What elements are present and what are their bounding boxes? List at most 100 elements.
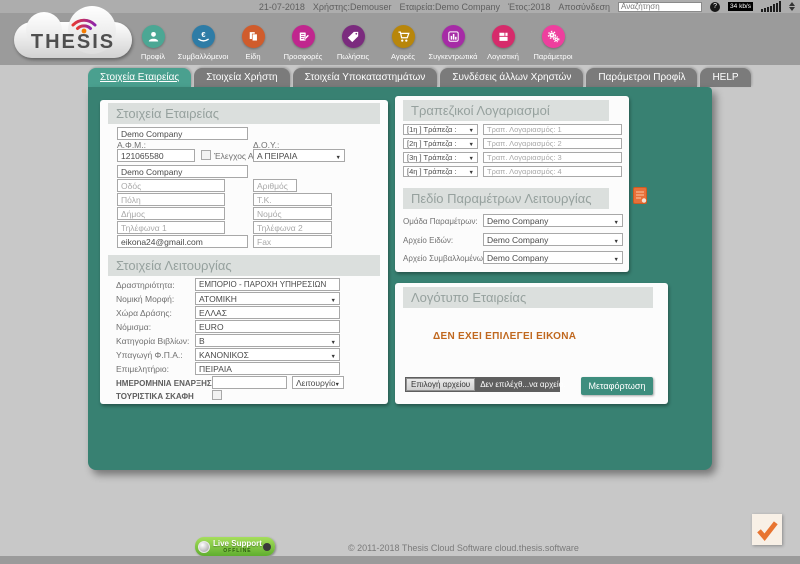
- ledger-icon: [496, 29, 511, 44]
- nav-label: Παράμετροι: [533, 52, 572, 61]
- chevron-down-icon: [469, 153, 474, 162]
- nav-label: Πωλήσεις: [337, 52, 369, 61]
- city-field[interactable]: [117, 193, 225, 206]
- tourist-boats-checkbox[interactable]: [212, 390, 222, 400]
- tab-other-users[interactable]: Συνδέσεις άλλων Χρηστών: [440, 68, 583, 87]
- current-year: Έτος:2018: [508, 2, 550, 12]
- postal-code-field[interactable]: [253, 193, 332, 206]
- country-label: Χώρα Δράσης:: [116, 308, 172, 318]
- afm-check-checkbox[interactable]: [201, 150, 211, 160]
- chevron-down-icon: [331, 336, 336, 346]
- bank2-select[interactable]: [2η ] Τράπεζα :: [403, 138, 478, 149]
- nav-item-offers[interactable]: Προσφορές: [278, 25, 328, 61]
- search-input[interactable]: [618, 2, 702, 12]
- chevron-down-icon: [469, 167, 474, 176]
- hand-euro-icon: €: [196, 29, 211, 44]
- scroll-spinner-icon[interactable]: [789, 2, 795, 11]
- tab-help[interactable]: HELP: [700, 68, 750, 87]
- bank1-select[interactable]: [1η ] Τράπεζα :: [403, 124, 478, 135]
- partners-file-select[interactable]: Demo Company: [483, 251, 623, 264]
- nav-label: Αγορές: [391, 52, 415, 61]
- param-group-select[interactable]: Demo Company: [483, 214, 623, 227]
- phone1-field[interactable]: [117, 221, 225, 234]
- street-field[interactable]: [117, 179, 225, 192]
- tab-user-details[interactable]: Στοιχεία Χρήστη: [194, 68, 289, 87]
- documents-icon: [246, 29, 261, 44]
- nav-item-items[interactable]: Είδη: [228, 25, 278, 61]
- chevron-down-icon: [335, 378, 340, 388]
- start-date-field[interactable]: [212, 376, 287, 389]
- company-name-field[interactable]: [117, 127, 248, 140]
- email-field[interactable]: [117, 235, 248, 248]
- checkmark-icon: [755, 518, 779, 542]
- params-doc-icon[interactable]: [633, 187, 647, 204]
- bank4-account-field[interactable]: [483, 166, 622, 177]
- trade-name-field[interactable]: [117, 165, 248, 178]
- nav-label: Συμβαλλόμενοι: [178, 52, 229, 61]
- nav-item-sales[interactable]: Πωλήσεις: [328, 25, 378, 61]
- nav-item-profile[interactable]: Προφίλ: [128, 25, 178, 61]
- doy-select[interactable]: Α ΠΕΙΡΑΙΑ: [253, 149, 345, 162]
- person-icon: [146, 29, 161, 44]
- tab-profile-parameters[interactable]: Παράμετροι Προφίλ: [586, 68, 697, 87]
- vat-label: Υπαγωγή Φ.Π.Α.:: [116, 350, 183, 360]
- municipality-field[interactable]: [117, 207, 225, 220]
- bottom-strip: [0, 556, 800, 564]
- nav-item-partners[interactable]: € Συμβαλλόμενοι: [178, 25, 228, 61]
- partners-file-label: Αρχείο Συμβαλλομένων:: [403, 254, 489, 263]
- bank2-account-field[interactable]: [483, 138, 622, 149]
- live-support-badge[interactable]: Live Support OFFLINE: [195, 537, 275, 556]
- nav-item-summaries[interactable]: Συγκεντρωτικά: [428, 25, 478, 61]
- connection-speed-badge: 34 kb/s: [728, 2, 753, 11]
- tab-company-details[interactable]: Στοιχεία Εταιρείας: [88, 68, 191, 87]
- phone2-field[interactable]: [253, 221, 332, 234]
- chevron-down-icon: [331, 350, 336, 360]
- section-header-logo: Λογότυπο Εταιρείας: [403, 287, 653, 308]
- chevron-down-icon: [614, 253, 619, 263]
- upload-button[interactable]: Μεταφόρτωση: [581, 377, 653, 395]
- street-number-field[interactable]: [253, 179, 297, 192]
- nav-label: Είδη: [245, 52, 260, 61]
- live-support-label: Live Support: [213, 540, 262, 548]
- chevron-down-icon: [331, 294, 336, 304]
- save-confirm-button[interactable]: [752, 514, 782, 545]
- logout-link[interactable]: Αποσύνδεση: [558, 2, 610, 12]
- help-icon[interactable]: ?: [710, 2, 720, 12]
- chamber-field[interactable]: [195, 362, 340, 375]
- copyright-text: © 2011-2018 Thesis Cloud Software cloud.…: [348, 543, 579, 553]
- current-date: 21-07-2018: [259, 2, 305, 12]
- main-navigation: Προφίλ € Συμβαλλόμενοι Είδη: [128, 25, 578, 61]
- nav-item-parameters[interactable]: Παράμετροι: [528, 25, 578, 61]
- nav-item-accounting[interactable]: Λογιστική: [478, 25, 528, 61]
- items-file-select[interactable]: Demo Company: [483, 233, 623, 246]
- prefecture-field[interactable]: [253, 207, 332, 220]
- start-mode-select[interactable]: Λειτουργία: [292, 376, 344, 389]
- activity-field[interactable]: [195, 278, 340, 291]
- nav-label: Συγκεντρωτικά: [429, 52, 478, 61]
- fax-field[interactable]: [253, 235, 332, 248]
- gears-icon: [546, 29, 561, 44]
- items-file-label: Αρχείο Ειδών:: [403, 236, 453, 245]
- country-field[interactable]: [195, 306, 340, 319]
- books-category-select[interactable]: Β: [195, 334, 340, 347]
- nav-item-purchases[interactable]: Αγορές: [378, 25, 428, 61]
- banks-params-card: Τραπεζικοί Λογαριασμοί [1η ] Τράπεζα : […: [395, 96, 629, 272]
- legal-form-select[interactable]: ΑΤΟΜΙΚΗ: [195, 292, 340, 305]
- choose-file-button[interactable]: Επιλογή αρχείου: [406, 378, 475, 391]
- file-input: Επιλογή αρχείου Δεν επιλέχθ...να αρχείο.: [405, 377, 560, 392]
- status-orb-icon: [198, 541, 210, 553]
- current-company: Εταιρεία:Demo Company: [400, 2, 501, 12]
- bank1-account-field[interactable]: [483, 124, 622, 135]
- nav-label: Λογιστική: [487, 52, 519, 61]
- bank4-select[interactable]: [4η ] Τράπεζα :: [403, 166, 478, 177]
- tab-branches[interactable]: Στοιχεία Υποκαταστημάτων: [293, 68, 438, 87]
- chamber-label: Επιμελητήριο:: [116, 364, 169, 374]
- start-date-label: ΗΜΕΡΟΜΗΝΙΑ ΕΝΑΡΞΗΣ: [116, 379, 212, 388]
- vat-select[interactable]: ΚΑΝΟΝΙΚΟΣ: [195, 348, 340, 361]
- bank3-select[interactable]: [3η ] Τράπεζα :: [403, 152, 478, 163]
- company-info-card: Στοιχεία Εταιρείας Α.Φ.Μ.: Δ.Ο.Υ.: Έλεγχ…: [100, 100, 388, 404]
- chevron-down-icon: [469, 139, 474, 148]
- bank3-account-field[interactable]: [483, 152, 622, 163]
- currency-field[interactable]: [195, 320, 340, 333]
- afm-field[interactable]: [117, 149, 195, 162]
